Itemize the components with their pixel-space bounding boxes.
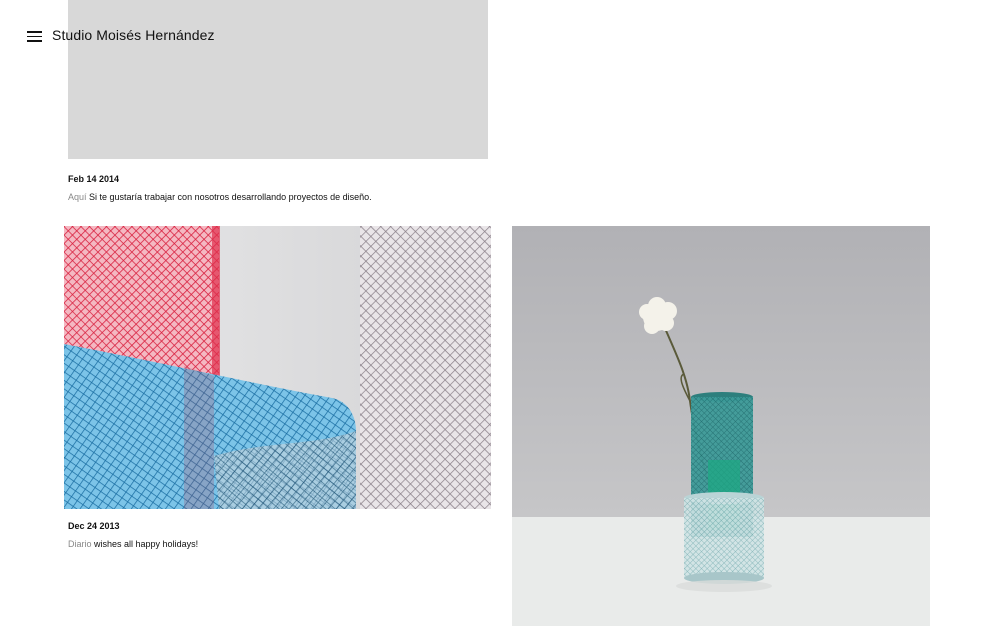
post-image-mesh[interactable] (64, 226, 491, 509)
mesh-illustration (64, 226, 491, 509)
hamburger-menu-icon[interactable] (27, 29, 43, 43)
post-text: Si te gustaría trabajar con nosotros des… (86, 192, 372, 202)
post-excerpt: Aquí Si te gustaría trabajar con nosotro… (68, 192, 372, 202)
post-date: Feb 14 2014 (68, 174, 120, 184)
site-title[interactable]: Studio Moisés Hernández (52, 27, 215, 43)
post-category-link[interactable]: Diario (68, 539, 92, 549)
post-excerpt: Diario wishes all happy holidays! (68, 539, 198, 549)
post-image-placeholder[interactable] (68, 0, 488, 159)
post-category-link[interactable]: Aquí (68, 192, 87, 202)
post-date: Dec 24 2013 (68, 521, 120, 531)
vase-illustration (512, 226, 930, 626)
post-image-vase[interactable] (512, 226, 930, 626)
post-text: wishes all happy holidays! (91, 539, 199, 549)
